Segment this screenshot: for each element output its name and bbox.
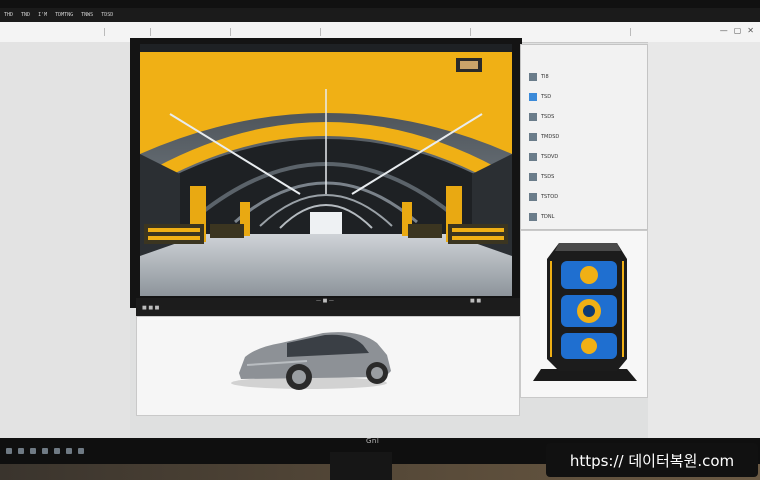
layer-label: TSTOD bbox=[541, 194, 559, 200]
monitor-brand-logo: Gnl bbox=[366, 437, 380, 445]
divider bbox=[150, 28, 151, 36]
watermark-text: https:// 데이터복원.com bbox=[569, 451, 735, 470]
layer-label: TSDS bbox=[541, 174, 555, 180]
layer-row[interactable]: TSD bbox=[529, 91, 641, 103]
asset-preview-product[interactable] bbox=[520, 230, 648, 398]
taskbar-icon[interactable] bbox=[54, 448, 60, 454]
monitor-stand bbox=[330, 452, 392, 480]
close-icon[interactable]: ✕ bbox=[747, 26, 754, 35]
maximize-icon[interactable]: ▢ bbox=[734, 26, 742, 35]
divider bbox=[470, 28, 471, 36]
layer-label: TSDVD bbox=[541, 154, 559, 160]
layer-row[interactable]: TMDSD bbox=[529, 131, 641, 143]
layer-row[interactable]: Tl8 bbox=[529, 71, 641, 83]
divider bbox=[630, 28, 631, 36]
layer-label: TMDSD bbox=[541, 134, 560, 140]
layer-label: TSDS bbox=[541, 114, 555, 120]
taskbar-icon[interactable] bbox=[78, 448, 84, 454]
layer-label: Tl8 bbox=[541, 74, 549, 80]
speaker-tower-icon bbox=[533, 243, 637, 381]
minimize-icon[interactable]: — bbox=[720, 26, 728, 35]
layer-row[interactable]: TSDS bbox=[529, 111, 641, 123]
viewport-statusbar: ■ ■ ■ — ■ — ■ ■ bbox=[136, 298, 520, 316]
layer-label: TSD bbox=[541, 94, 552, 100]
app-topbar: THD TND I'M TDMTNG TNWS TDSD bbox=[0, 8, 760, 22]
warehouse-render bbox=[140, 44, 512, 296]
layer-icon bbox=[529, 213, 537, 221]
monitor: THD TND I'M TDMTNG TNWS TDSD — ▢ ✕ ■ ■ ■… bbox=[0, 0, 760, 440]
taskbar-icon[interactable] bbox=[66, 448, 72, 454]
layer-icon bbox=[529, 113, 537, 121]
right-pane bbox=[648, 42, 760, 438]
car-icon bbox=[231, 332, 391, 390]
divider bbox=[320, 28, 321, 36]
window-controls: — ▢ ✕ bbox=[720, 26, 754, 35]
layer-icon bbox=[529, 193, 537, 201]
status-mid: — ■ — bbox=[316, 298, 334, 304]
render-viewport[interactable] bbox=[130, 38, 522, 308]
topbar-item[interactable]: TDMTNG bbox=[55, 12, 73, 18]
topbar-item[interactable]: TND bbox=[21, 12, 30, 18]
taskbar-icon[interactable] bbox=[6, 448, 12, 454]
layer-row[interactable]: TSDS bbox=[529, 171, 641, 183]
layer-icon bbox=[529, 173, 537, 181]
layer-icon bbox=[529, 93, 537, 101]
divider bbox=[104, 28, 105, 36]
watermark: https:// 데이터복원.com bbox=[546, 443, 758, 477]
layer-row[interactable]: TSTOD bbox=[529, 191, 641, 203]
topbar-item[interactable]: TNWS bbox=[81, 12, 93, 18]
taskbar-icon[interactable] bbox=[30, 448, 36, 454]
topbar-item[interactable]: THD bbox=[4, 12, 13, 18]
layer-icon bbox=[529, 73, 537, 81]
layer-icon bbox=[529, 133, 537, 141]
status-left: ■ ■ ■ bbox=[142, 305, 160, 311]
layer-row[interactable]: TSDVD bbox=[529, 151, 641, 163]
taskbar-icon[interactable] bbox=[42, 448, 48, 454]
layers-panel: Tl8 TSD TSDS TMDSD TSDVD TSDS TSTOD TDNL bbox=[520, 44, 648, 230]
divider bbox=[230, 28, 231, 36]
taskbar-icon[interactable] bbox=[18, 448, 24, 454]
left-pane bbox=[0, 42, 130, 438]
status-right: ■ ■ bbox=[470, 298, 482, 304]
layer-icon bbox=[529, 153, 537, 161]
topbar-item[interactable]: I'M bbox=[38, 12, 47, 18]
layer-row[interactable]: TDNL bbox=[529, 211, 641, 223]
layer-label: TDNL bbox=[541, 214, 555, 220]
asset-preview-car[interactable] bbox=[136, 316, 520, 416]
topbar-item[interactable]: TDSD bbox=[101, 12, 113, 18]
